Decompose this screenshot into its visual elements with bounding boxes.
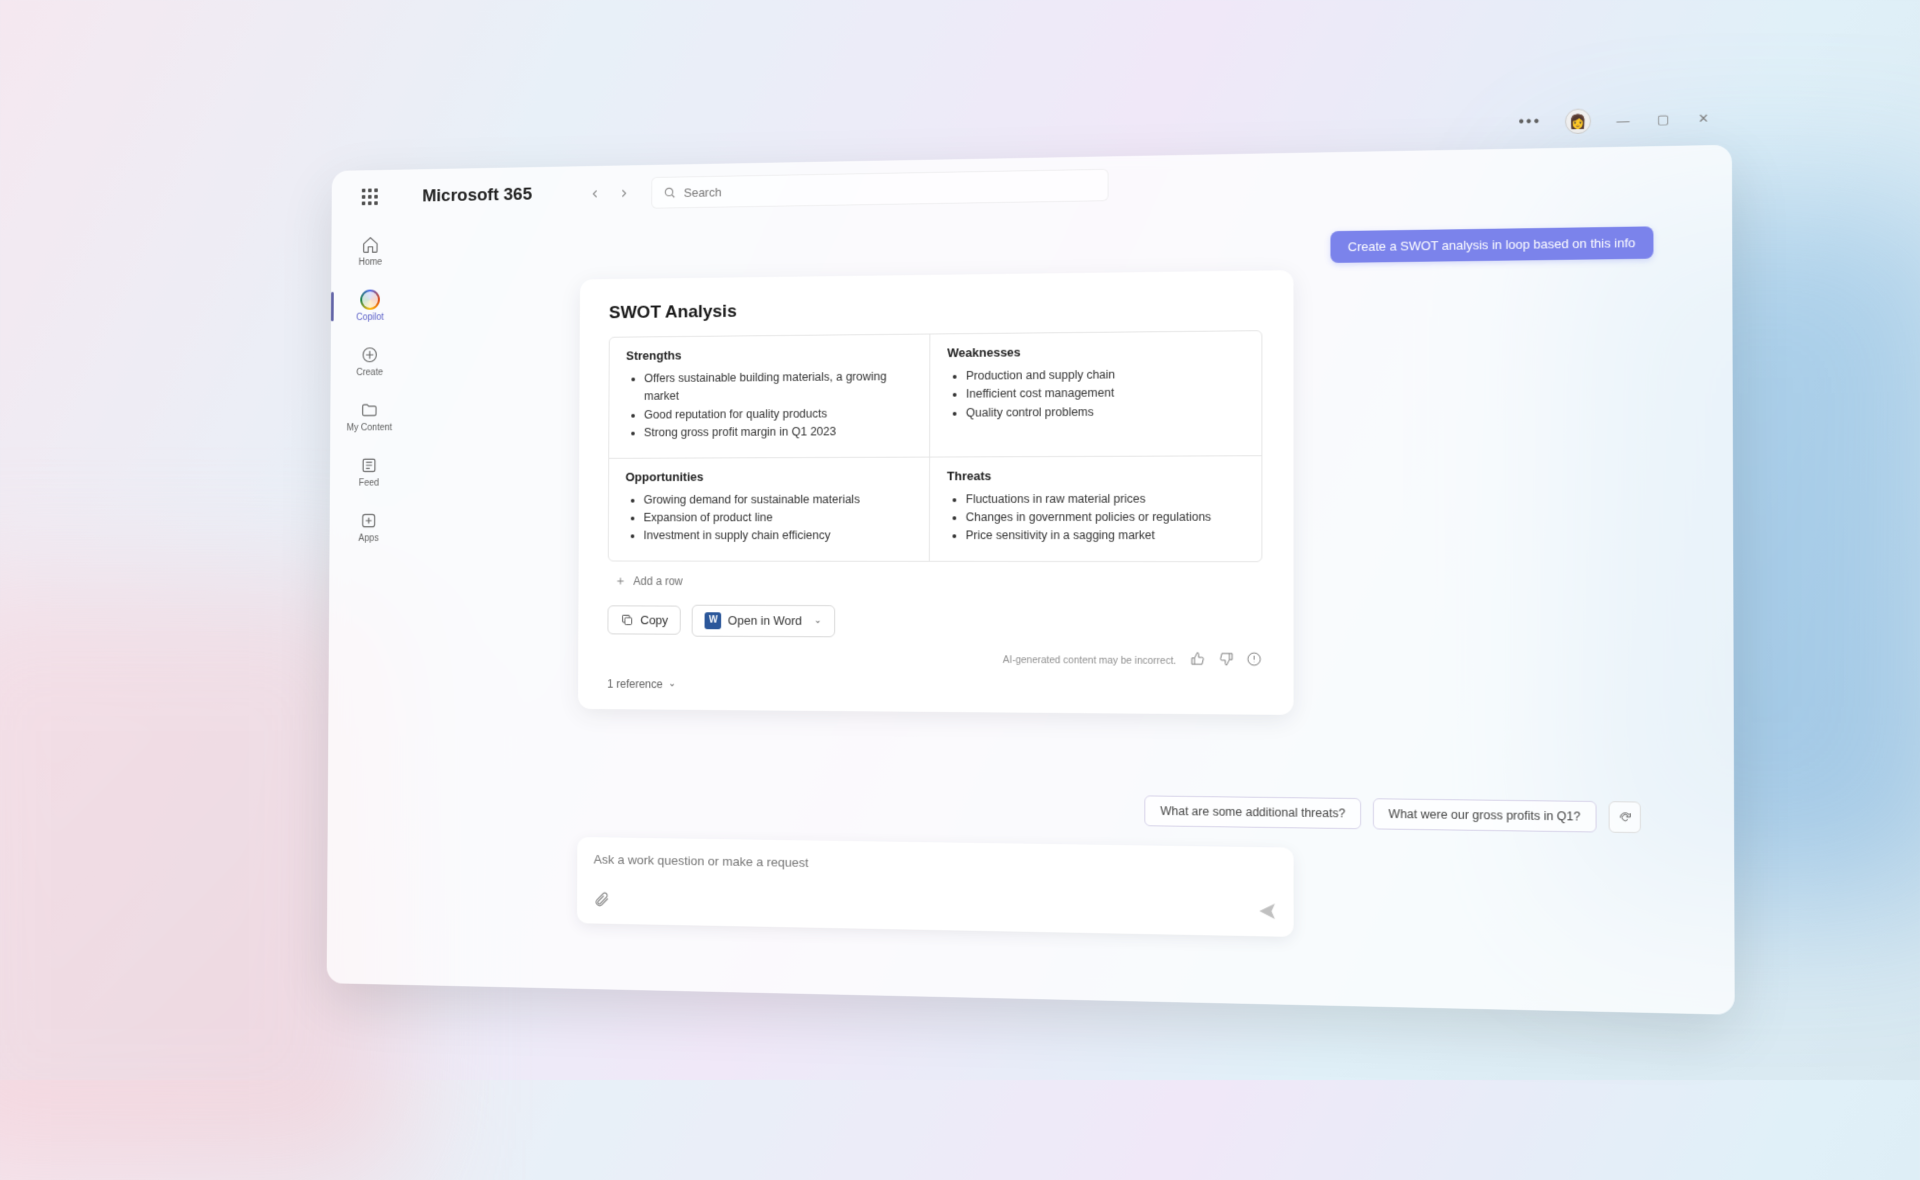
maximize-button[interactable]: ▢ bbox=[1655, 112, 1671, 128]
copy-button[interactable]: Copy bbox=[607, 605, 681, 634]
compose-box[interactable] bbox=[577, 837, 1294, 937]
swot-item: Production and supply chain bbox=[966, 365, 1244, 386]
swot-item: Inefficient cost management bbox=[966, 384, 1244, 404]
disclaimer-text: AI-generated content may be incorrect. bbox=[607, 652, 1176, 667]
app-launcher-icon[interactable] bbox=[362, 188, 380, 207]
add-row-label: Add a row bbox=[633, 574, 683, 587]
nav-forward[interactable] bbox=[612, 180, 638, 206]
swot-strengths: Strengths Offers sustainable building ma… bbox=[609, 334, 930, 458]
rail-item-feed[interactable]: Feed bbox=[330, 448, 408, 496]
swot-item: Good reputation for quality products bbox=[644, 404, 912, 424]
app-title: Microsoft 365 bbox=[422, 185, 532, 207]
swot-item: Changes in government policies or regula… bbox=[966, 508, 1244, 527]
chat-stage: Create a SWOT analysis in loop based on … bbox=[405, 204, 1735, 1015]
nav-back[interactable] bbox=[583, 181, 609, 207]
rail-item-mycontent[interactable]: My Content bbox=[330, 392, 408, 440]
swot-item: Strong gross profit margin in Q1 2023 bbox=[644, 423, 912, 443]
swot-opportunities: Opportunities Growing demand for sustain… bbox=[609, 457, 930, 560]
swot-item: Growing demand for sustainable materials bbox=[644, 490, 913, 509]
main-area: Microsoft 365 Create a SWOT analysis in … bbox=[405, 145, 1735, 1015]
swot-weaknesses: Weaknesses Production and supply chain I… bbox=[930, 331, 1261, 457]
copy-label: Copy bbox=[640, 613, 668, 627]
swot-item: Investment in supply chain efficiency bbox=[643, 527, 912, 545]
add-row-button[interactable]: Add a row bbox=[608, 570, 1263, 592]
user-avatar[interactable]: 👩 bbox=[1565, 108, 1591, 134]
open-in-word-button[interactable]: W Open in Word ⌄ bbox=[692, 604, 835, 637]
thumbs-down-icon[interactable] bbox=[1218, 650, 1234, 671]
swot-item: Fluctuations in raw material prices bbox=[966, 489, 1244, 508]
user-message: Create a SWOT analysis in loop based on … bbox=[1330, 226, 1653, 263]
rail-item-home[interactable]: Home bbox=[331, 226, 409, 275]
search-box[interactable] bbox=[652, 169, 1109, 209]
left-rail: Home Copilot Create My Content bbox=[327, 169, 410, 984]
response-card: SWOT Analysis Strengths Offers sustainab… bbox=[578, 270, 1294, 714]
chevron-down-icon: ⌄ bbox=[668, 679, 676, 689]
swot-heading: Threats bbox=[947, 467, 1244, 482]
swot-heading: Weaknesses bbox=[947, 343, 1244, 360]
window-controls: ••• 👩 — ▢ ✕ bbox=[1518, 106, 1711, 135]
compose-input[interactable] bbox=[594, 852, 1276, 877]
rail-label: My Content bbox=[347, 423, 392, 433]
rail-item-apps[interactable]: Apps bbox=[329, 503, 408, 551]
swot-item: Offers sustainable building materials, a… bbox=[644, 368, 912, 406]
suggestion-chip[interactable]: What are some additional threats? bbox=[1145, 795, 1361, 829]
rail-label: Copilot bbox=[356, 312, 384, 322]
swot-threats: Threats Fluctuations in raw material pri… bbox=[930, 456, 1262, 561]
refresh-suggestions[interactable] bbox=[1609, 801, 1641, 833]
swot-heading: Opportunities bbox=[625, 468, 912, 483]
attach-icon[interactable] bbox=[593, 891, 610, 913]
minimize-button[interactable]: — bbox=[1615, 113, 1631, 128]
home-icon bbox=[361, 234, 381, 254]
swot-heading: Strengths bbox=[626, 346, 913, 363]
card-title: SWOT Analysis bbox=[609, 296, 1263, 324]
folder-icon bbox=[360, 400, 380, 420]
references-toggle[interactable]: 1 reference ⌄ bbox=[607, 677, 1262, 695]
apps-icon bbox=[359, 510, 379, 530]
report-icon[interactable] bbox=[1246, 650, 1263, 671]
close-button[interactable]: ✕ bbox=[1695, 111, 1711, 127]
rail-item-copilot[interactable]: Copilot bbox=[331, 282, 409, 331]
create-icon bbox=[360, 345, 380, 365]
rail-label: Create bbox=[356, 368, 383, 378]
references-label: 1 reference bbox=[607, 677, 663, 691]
open-in-word-label: Open in Word bbox=[728, 613, 802, 627]
thumbs-up-icon[interactable] bbox=[1190, 650, 1206, 671]
suggestions: What are some additional threats? What w… bbox=[1145, 795, 1641, 833]
suggestion-chip[interactable]: What were our gross profits in Q1? bbox=[1373, 798, 1597, 832]
rail-label: Apps bbox=[358, 534, 378, 544]
swot-item: Quality control problems bbox=[966, 402, 1244, 422]
app-window: Home Copilot Create My Content bbox=[327, 145, 1735, 1015]
feed-icon bbox=[359, 455, 379, 475]
more-menu[interactable]: ••• bbox=[1518, 113, 1541, 131]
chevron-down-icon: ⌄ bbox=[814, 616, 822, 626]
rail-label: Feed bbox=[359, 478, 379, 488]
send-icon[interactable] bbox=[1258, 902, 1276, 925]
rail-item-create[interactable]: Create bbox=[331, 337, 409, 386]
swot-item: Price sensitivity in a sagging market bbox=[966, 527, 1244, 546]
search-input[interactable] bbox=[684, 178, 1097, 199]
rail-label: Home bbox=[358, 257, 382, 267]
word-icon: W bbox=[705, 612, 722, 629]
copilot-icon bbox=[360, 289, 380, 309]
swot-item: Expansion of product line bbox=[644, 509, 913, 528]
swot-grid: Strengths Offers sustainable building ma… bbox=[608, 330, 1263, 562]
